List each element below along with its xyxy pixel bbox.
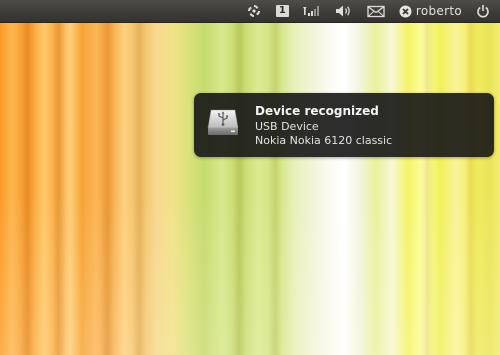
desktop-wallpaper xyxy=(0,0,500,355)
fabric-fold xyxy=(52,0,66,355)
workspace-number: 1 xyxy=(275,5,289,17)
user-status-icon xyxy=(399,5,412,17)
notification-device-name: Nokia Nokia 6120 classic xyxy=(255,134,393,147)
top-panel: 1 roberto xyxy=(0,0,500,23)
network-manager-icon[interactable] xyxy=(246,0,262,22)
volume-icon[interactable] xyxy=(335,0,353,22)
user-menu[interactable]: roberto xyxy=(399,0,462,22)
fabric-fold xyxy=(420,0,434,355)
fabric-fold xyxy=(132,0,146,355)
user-name: roberto xyxy=(415,4,462,18)
mail-envelope-icon[interactable] xyxy=(367,0,385,22)
fabric-fold xyxy=(268,0,282,355)
notification-title: Device recognized xyxy=(255,104,379,118)
fabric-fold xyxy=(464,0,478,355)
fabric-fold xyxy=(20,0,34,355)
workspace-switcher[interactable]: 1 xyxy=(275,0,289,22)
fabric-fold xyxy=(100,0,114,355)
notification-device-type: USB Device xyxy=(255,120,319,133)
fabric-fold xyxy=(232,0,246,355)
power-icon[interactable] xyxy=(476,0,490,22)
signal-strength-icon[interactable] xyxy=(302,0,321,22)
usb-drive-icon xyxy=(206,108,240,138)
notification-bubble: Device recognized USB Device Nokia Nokia… xyxy=(194,93,494,157)
